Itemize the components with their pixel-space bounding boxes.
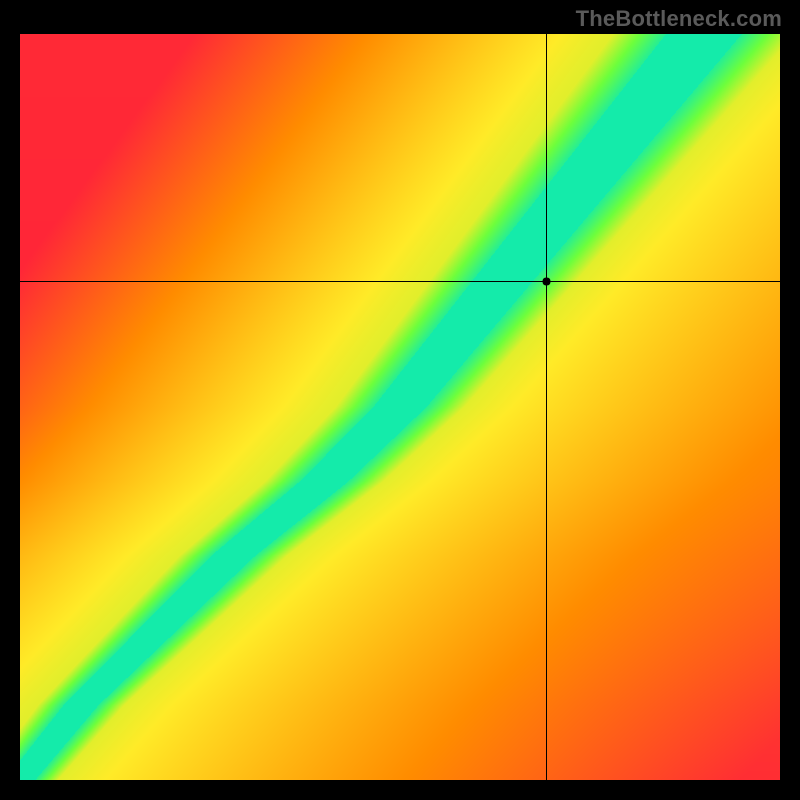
heatmap-plot — [20, 34, 780, 780]
watermark-text: TheBottleneck.com — [576, 6, 782, 32]
chart-container: TheBottleneck.com — [0, 0, 800, 800]
heatmap-canvas — [20, 34, 780, 780]
